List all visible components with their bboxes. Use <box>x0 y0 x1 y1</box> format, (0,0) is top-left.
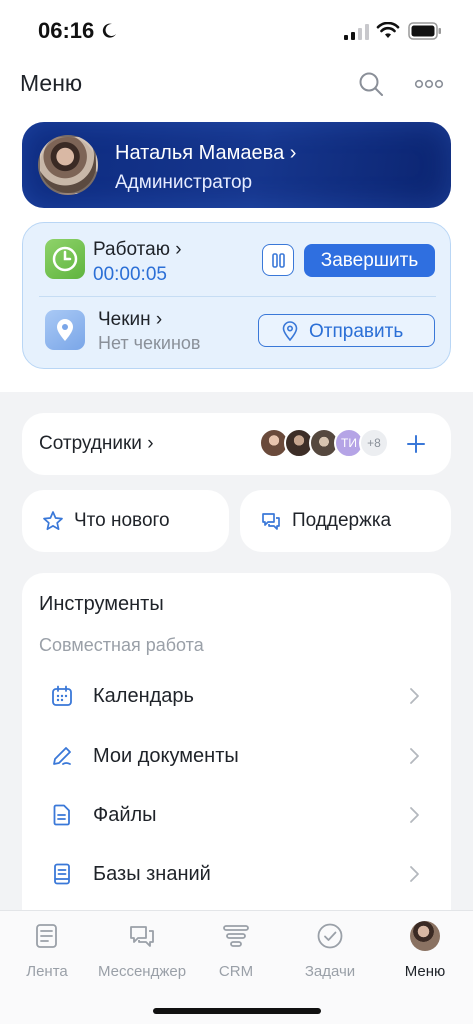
more-icon[interactable] <box>414 76 444 92</box>
support-label: Поддержка <box>292 510 392 531</box>
send-label: Отправить <box>309 321 404 342</box>
tools-title: Инструменты <box>39 593 164 615</box>
tab-bar: Лента Мессенджер CRM Задачи Меню <box>0 910 473 1024</box>
calendar-icon <box>52 685 72 706</box>
profile-card[interactable]: Наталья Мамаева › Администратор <box>22 122 451 208</box>
tab-label: CRM <box>218 963 254 980</box>
work-timer: 00:00:05 <box>93 264 167 285</box>
chevron-right-icon <box>410 688 419 704</box>
tool-item-my-documents[interactable]: Мои документы <box>22 730 451 786</box>
avatar-count: +8 <box>359 428 389 458</box>
tool-item-files[interactable]: Файлы <box>22 789 451 845</box>
tab-crm[interactable]: CRM <box>189 911 283 991</box>
tab-label: Задачи <box>304 963 356 980</box>
battery-icon <box>408 22 441 40</box>
pen-icon <box>53 747 71 765</box>
file-icon <box>53 804 70 826</box>
status-bar: 06:16 <box>0 0 473 60</box>
support-button[interactable]: Поддержка <box>240 490 451 552</box>
whats-new-button[interactable]: Что нового <box>22 490 229 552</box>
tool-item-calendar[interactable]: Календарь <box>22 670 451 726</box>
checkin-title[interactable]: Чекин › <box>98 309 162 331</box>
chevron-right-icon <box>410 866 419 882</box>
employees-label: Сотрудники › <box>39 433 154 454</box>
send-checkin-button[interactable]: Отправить <box>258 314 435 347</box>
tool-label: Мои документы <box>93 745 239 767</box>
location-pin-icon <box>45 310 85 350</box>
star-icon <box>43 511 63 531</box>
page-title: Меню <box>20 70 83 96</box>
profile-name: Наталья Мамаева › <box>115 142 297 164</box>
tool-label: Базы знаний <box>93 863 211 885</box>
tab-messenger[interactable]: Мессенджер <box>95 911 189 991</box>
chevron-right-icon <box>410 748 419 764</box>
tab-label: Лента <box>26 963 68 980</box>
pause-icon <box>272 253 285 268</box>
tool-item-knowledge-bases[interactable]: Базы знаний <box>22 848 451 904</box>
checkin-status: Нет чекинов <box>98 333 201 353</box>
check-circle-icon <box>317 923 343 949</box>
tab-feed[interactable]: Лента <box>0 911 94 991</box>
avatar <box>410 921 440 951</box>
avatar <box>38 135 98 195</box>
whats-new-label: Что нового <box>74 510 170 531</box>
feed-icon <box>36 924 57 948</box>
chevron-right-icon <box>410 807 419 823</box>
tools-section: Инструменты Совместная работа Календарь … <box>22 573 451 933</box>
profile-role: Администратор <box>115 172 253 193</box>
moon-icon <box>102 23 116 38</box>
tool-label: Календарь <box>93 685 194 707</box>
divider <box>39 296 436 297</box>
work-status[interactable]: Работаю › <box>93 239 182 261</box>
tools-subtitle: Совместная работа <box>39 635 204 655</box>
employees-card[interactable]: Сотрудники › ТИ +8 <box>22 413 451 475</box>
tab-menu[interactable]: Меню <box>378 911 472 991</box>
tab-tasks[interactable]: Задачи <box>283 911 377 991</box>
chat-icon <box>130 926 154 947</box>
home-indicator <box>153 1008 321 1014</box>
status-time: 06:16 <box>38 18 95 43</box>
work-card: Работаю › 00:00:05 Завершить Чекин › Нет… <box>22 222 451 369</box>
wifi-icon <box>376 22 400 38</box>
tab-label: Меню <box>404 963 446 980</box>
employee-avatars: ТИ +8 <box>259 428 399 460</box>
tab-label: Мессенджер <box>97 963 187 980</box>
tool-label: Файлы <box>93 804 157 826</box>
crm-icon <box>223 925 249 947</box>
clock-icon <box>45 239 85 279</box>
signal-icon <box>344 24 369 40</box>
book-icon <box>54 863 70 885</box>
finish-button[interactable]: Завершить <box>304 244 435 277</box>
plus-icon[interactable] <box>406 434 426 454</box>
pause-button[interactable] <box>262 244 294 276</box>
search-icon[interactable] <box>357 70 385 98</box>
chat-bubbles-icon <box>262 513 280 530</box>
pin-outline-icon <box>282 321 298 341</box>
